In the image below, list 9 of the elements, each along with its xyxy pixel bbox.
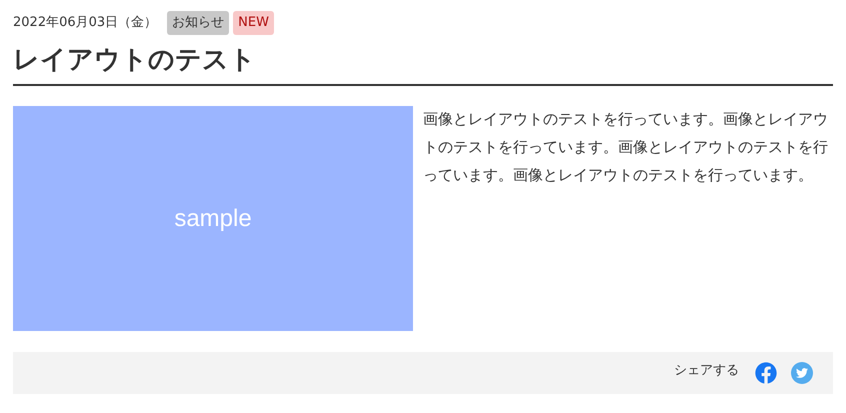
tag: NEW <box>233 11 274 35</box>
post-date: 2022年06月03日（金） <box>13 14 158 32</box>
article-title: レイアウトのテスト <box>13 44 257 77</box>
bird-icon[interactable] <box>791 362 813 384</box>
article-body: 画像とレイアウトのテストを行っています。画像とレイアウトのテストを行っています。画像とレイアウトのテストを行っています。画像とレイアウトのテストを行っています。 <box>423 109 829 186</box>
image-label: sample <box>174 204 252 234</box>
tag: お知らせ <box>167 11 230 35</box>
share-label: シェアする <box>674 362 739 380</box>
facebook-icon[interactable] <box>755 362 777 384</box>
